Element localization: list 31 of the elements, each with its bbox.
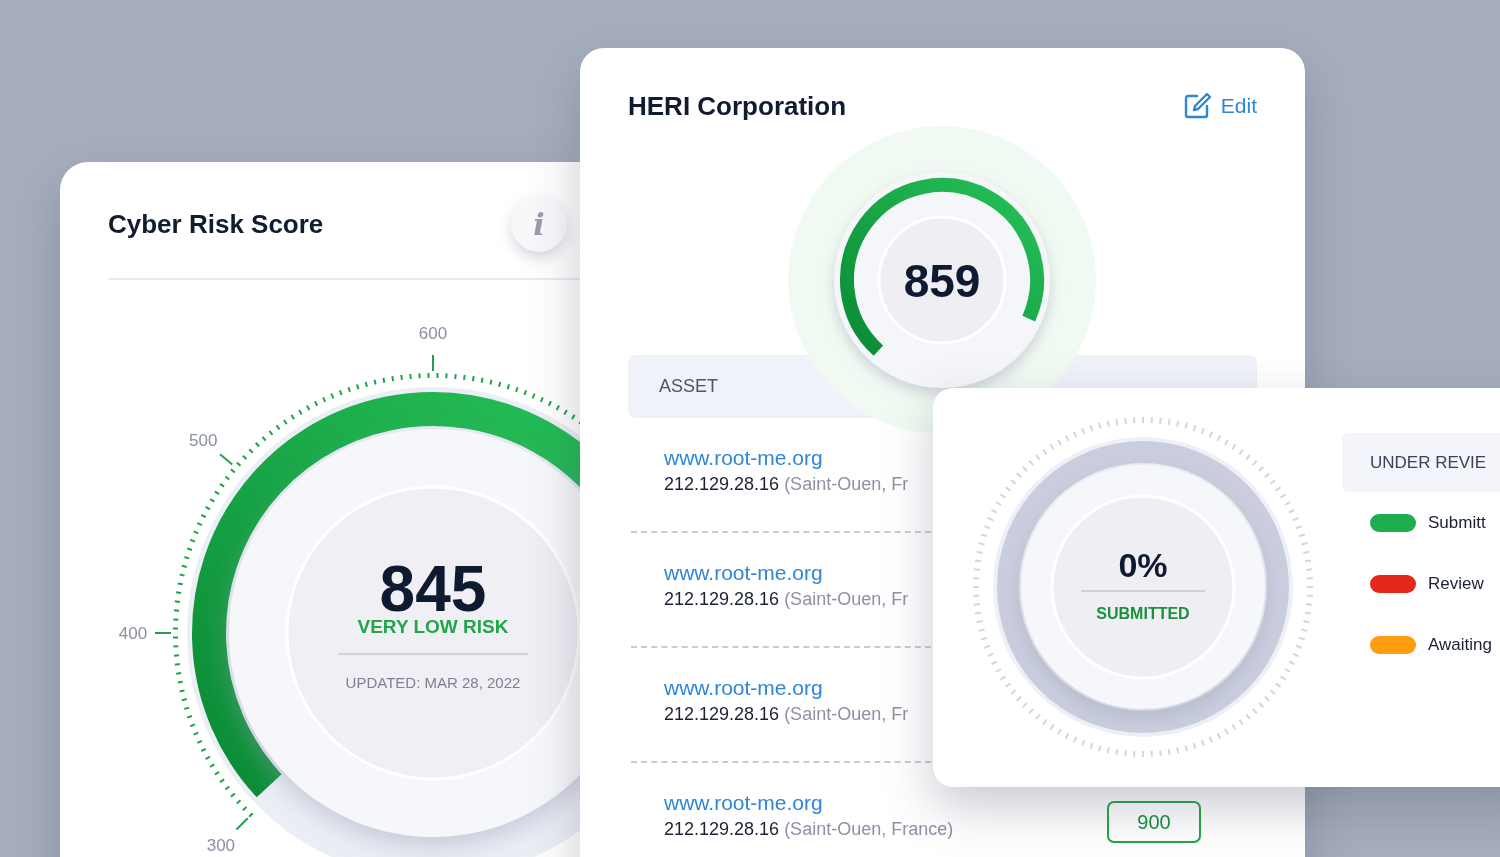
- scale-label: 300: [206, 836, 236, 856]
- ip-address: 212.129.28.16 (Saint-Ouen, Fr: [664, 704, 909, 725]
- domain-link[interactable]: www.root-me.org: [664, 791, 954, 815]
- domain-link[interactable]: www.root-me.org: [664, 446, 909, 470]
- major-tick: [219, 453, 234, 466]
- card-title: Cyber Risk Score: [108, 208, 324, 240]
- major-tick: [235, 817, 249, 831]
- scale-label: 500: [189, 431, 218, 451]
- legend-header: UNDER REVIE: [1342, 433, 1500, 492]
- major-tick: [154, 632, 172, 634]
- ip-address: 212.129.28.16 (Saint-Ouen, France): [664, 819, 954, 840]
- edit-icon: [1182, 92, 1211, 120]
- scale-label: 400: [118, 624, 148, 643]
- domain-link[interactable]: www.root-me.org: [664, 676, 909, 700]
- legend-label: Submitt: [1428, 512, 1486, 533]
- edit-link[interactable]: Edit: [1182, 92, 1257, 120]
- info-button[interactable]: i: [511, 196, 567, 252]
- legend-label: Awaiting: [1428, 634, 1492, 655]
- score-badge: 900: [1107, 801, 1201, 843]
- updated-date: UPDATED: MAR 28, 2022: [345, 674, 521, 691]
- card-title: HERI Corporation: [628, 90, 847, 122]
- percent-value: 0%: [1118, 546, 1168, 584]
- major-tick: [432, 354, 434, 372]
- domain-link[interactable]: www.root-me.org: [664, 561, 909, 585]
- scale-label: 600: [418, 324, 448, 343]
- ip-address: 212.129.28.16 (Saint-Ouen, Fr: [664, 474, 909, 495]
- column-header: ASSET: [659, 376, 719, 397]
- donut-label: SUBMITTED: [1096, 605, 1190, 622]
- ip-address: 212.129.28.16 (Saint-Ouen, Fr: [664, 589, 909, 610]
- score-value: 859: [903, 255, 981, 307]
- legend-label: Review: [1428, 573, 1484, 594]
